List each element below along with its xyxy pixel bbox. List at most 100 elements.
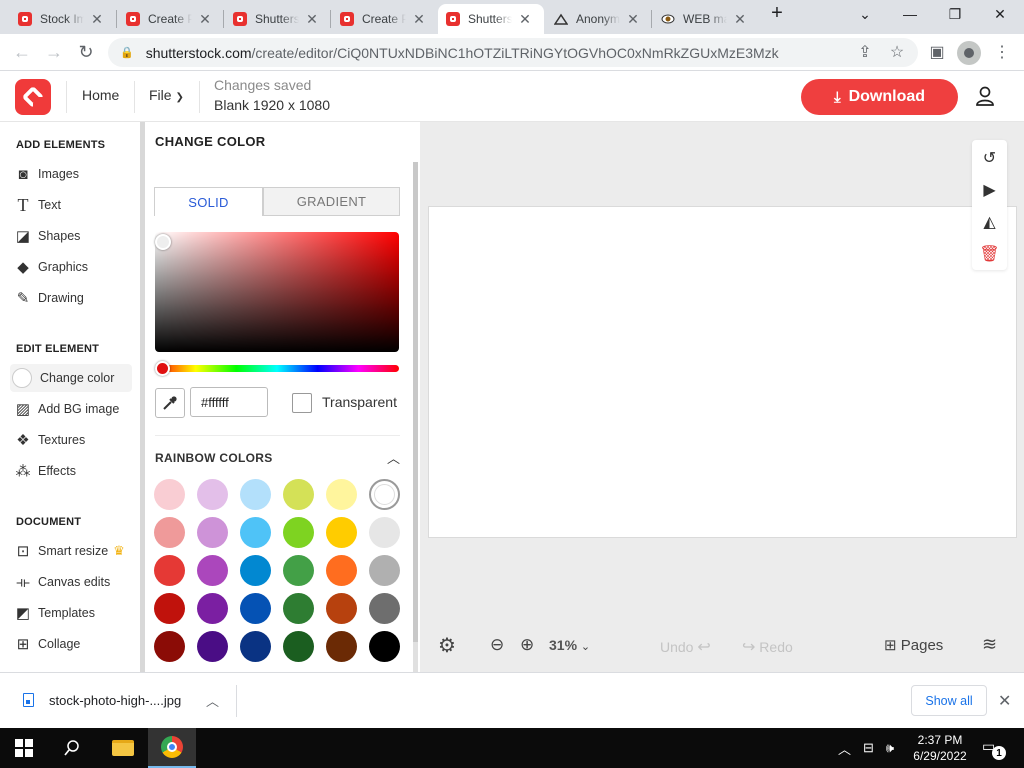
search-icon[interactable] — [60, 728, 84, 768]
sidebar-item-text[interactable]: T Text — [14, 195, 61, 215]
volume-icon[interactable]: 🕪 — [886, 740, 894, 756]
collapse-chevron-up-icon[interactable]: ︿ — [387, 448, 400, 467]
sidebar-item-shapes[interactable]: ◪ Shapes — [14, 226, 81, 246]
color-swatch[interactable] — [240, 631, 271, 662]
notification-center-icon[interactable]: ▭ 1 — [982, 738, 1006, 760]
hex-color-input[interactable] — [190, 387, 268, 417]
color-swatch[interactable] — [154, 479, 185, 510]
flip-icon[interactable]: ◭ — [972, 212, 1007, 232]
close-tab-icon[interactable]: ✕ — [90, 11, 104, 28]
profile-avatar[interactable] — [957, 41, 981, 65]
color-swatch[interactable] — [283, 593, 314, 624]
download-button[interactable]: ⤓ Download — [801, 79, 958, 115]
color-swatch[interactable] — [154, 517, 185, 548]
close-tab-icon[interactable]: ✕ — [198, 11, 212, 28]
sidebar-item-textures[interactable]: ❖ Textures — [14, 430, 85, 450]
color-swatch[interactable] — [240, 479, 271, 510]
color-swatch[interactable] — [283, 517, 314, 548]
color-swatch[interactable] — [240, 517, 271, 548]
forward-icon[interactable]: → — [42, 42, 66, 62]
color-swatch[interactable] — [154, 631, 185, 662]
show-all-button[interactable]: Show all — [911, 685, 987, 716]
color-swatch[interactable] — [369, 631, 400, 662]
taskbar-clock[interactable]: 2:37 PM 6/29/2022 — [908, 732, 972, 764]
sidebar-item-add-bg-image[interactable]: ▨ Add BG image — [14, 399, 119, 419]
sidebar-item-effects[interactable]: ⁂ Effects — [14, 461, 76, 481]
close-window-icon[interactable]: ✕ — [985, 6, 1015, 23]
panel-scrollbar[interactable] — [413, 162, 418, 672]
close-tab-icon[interactable]: ✕ — [733, 11, 747, 28]
download-filename[interactable]: stock-photo-high-....jpg — [49, 693, 181, 708]
bookmark-star-icon[interactable]: ☆ — [886, 42, 908, 62]
color-swatch[interactable] — [154, 555, 185, 586]
zoom-in-icon[interactable]: ⊕ — [520, 635, 534, 655]
close-tab-icon[interactable]: ✕ — [626, 11, 640, 28]
saturation-picker[interactable] — [155, 232, 399, 352]
zoom-level[interactable]: 31% ⌄ — [549, 637, 590, 653]
close-tab-icon[interactable]: ✕ — [518, 11, 532, 28]
sidebar-item-change-color[interactable]: Change color — [10, 364, 133, 392]
share-icon[interactable]: ⇪ — [854, 42, 876, 62]
transparent-checkbox[interactable] — [292, 393, 312, 413]
close-shelf-icon[interactable]: ✕ — [998, 691, 1011, 711]
sidebar-item-drawing[interactable]: ✎ Drawing — [14, 288, 84, 308]
tray-chevron-up-icon[interactable]: ︿ — [838, 739, 851, 758]
color-swatch[interactable] — [240, 593, 271, 624]
side-panel-icon[interactable]: ▣ — [926, 42, 948, 62]
sidebar-item-templates[interactable]: ◩ Templates — [14, 603, 95, 623]
close-tab-icon[interactable]: ✕ — [305, 11, 319, 28]
browser-tab[interactable]: WEB ma ✕ — [653, 4, 757, 34]
browser-tab[interactable]: Shutters ✕ — [225, 4, 329, 34]
network-icon[interactable]: ⊟ — [863, 740, 874, 756]
sidebar-item-smart-resize[interactable]: ⊡ Smart resize ♛ — [14, 541, 125, 561]
trash-icon[interactable]: 🗑 — [972, 244, 1007, 264]
color-swatch[interactable] — [240, 555, 271, 586]
back-icon[interactable]: ← — [10, 42, 34, 62]
hue-handle[interactable] — [155, 361, 170, 376]
tab-gradient[interactable]: GRADIENT — [263, 187, 400, 216]
color-swatch[interactable] — [283, 555, 314, 586]
windows-start-icon[interactable] — [12, 728, 36, 768]
browser-menu-icon[interactable]: ⋮ — [991, 42, 1013, 62]
hue-slider[interactable] — [155, 365, 399, 372]
undo-button[interactable]: Undo ↩ — [660, 637, 711, 657]
color-swatch[interactable] — [326, 593, 357, 624]
color-swatch[interactable] — [283, 631, 314, 662]
reload-icon[interactable]: ↻ — [74, 42, 98, 62]
color-swatch[interactable] — [369, 593, 400, 624]
color-swatch[interactable] — [197, 555, 228, 586]
design-canvas[interactable] — [428, 206, 1017, 538]
file-menu[interactable]: File ❯ — [149, 87, 184, 103]
zoom-out-icon[interactable]: ⊖ — [490, 635, 504, 655]
close-tab-icon[interactable]: ✕ — [412, 11, 426, 28]
minimize-icon[interactable]: — — [895, 6, 925, 22]
shutterstock-logo[interactable] — [15, 79, 51, 115]
color-swatch[interactable] — [197, 517, 228, 548]
color-swatch[interactable] — [369, 555, 400, 586]
color-swatch[interactable] — [326, 517, 357, 548]
pages-button[interactable]: ⊞ Pages — [884, 636, 943, 654]
browser-tab[interactable]: Create P ✕ — [332, 4, 436, 34]
file-explorer-icon[interactable] — [110, 728, 136, 768]
color-swatch[interactable] — [369, 517, 400, 548]
saturation-handle[interactable] — [155, 234, 171, 250]
rotate-icon[interactable]: ↺ — [972, 148, 1007, 168]
color-swatch[interactable] — [326, 479, 357, 510]
browser-tab-active[interactable]: Shutters ✕ — [438, 4, 544, 34]
eyedropper-button[interactable] — [155, 388, 185, 418]
tab-search-chevron-icon[interactable]: ⌄ — [850, 6, 880, 23]
chevron-up-icon[interactable]: ︿ — [206, 691, 219, 710]
color-swatch[interactable] — [197, 631, 228, 662]
tab-solid[interactable]: SOLID — [154, 187, 263, 216]
color-swatch[interactable] — [326, 631, 357, 662]
sidebar-item-collage[interactable]: ⊞ Collage — [14, 634, 81, 654]
home-link[interactable]: Home — [82, 87, 119, 103]
send-icon[interactable]: ▶ — [972, 180, 1007, 200]
color-swatch[interactable] — [154, 593, 185, 624]
color-swatch[interactable] — [369, 479, 400, 510]
color-swatch[interactable] — [283, 479, 314, 510]
chrome-taskbar-icon[interactable] — [148, 728, 196, 768]
browser-tab[interactable]: Create P ✕ — [118, 4, 222, 34]
gear-icon[interactable]: ⚙ — [438, 633, 456, 658]
sidebar-item-images[interactable]: ◙ Images — [14, 164, 79, 184]
